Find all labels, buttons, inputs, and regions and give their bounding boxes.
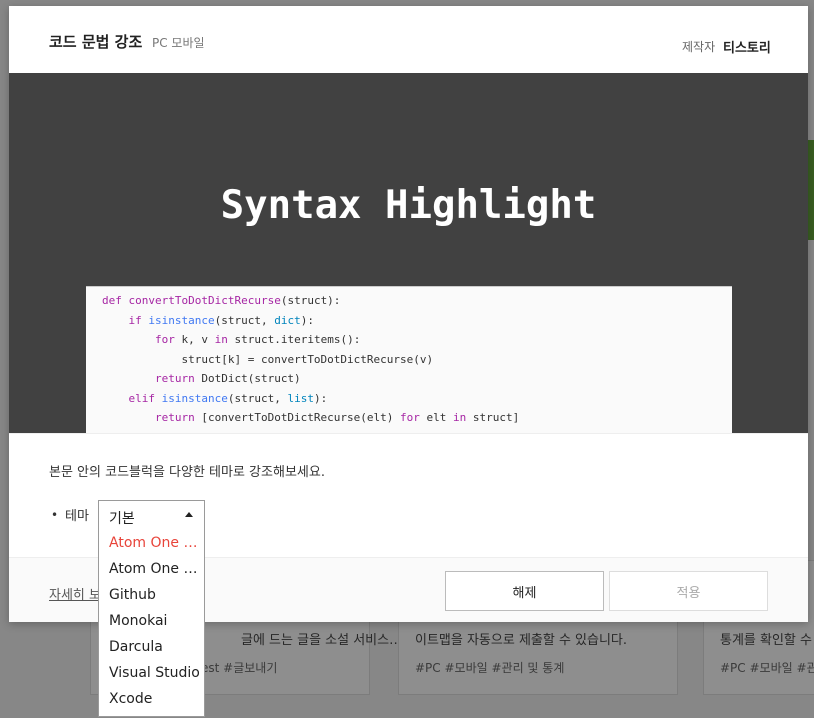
code-token: in xyxy=(453,411,473,424)
preview-banner: Syntax Highlight def convertToDotDictRec… xyxy=(9,73,808,433)
code-token: if xyxy=(128,313,149,327)
code-token: elif xyxy=(128,391,162,405)
code-token: (struct, xyxy=(227,391,288,405)
code-token: in xyxy=(214,333,235,346)
code-line: def convertToDotDictRecurse(struct): xyxy=(86,294,732,314)
code-line: for k, v in struct.iteritems(): xyxy=(86,333,732,353)
code-token: return xyxy=(154,411,202,424)
modal-header: 코드 문법 강조 PC 모바일 제작자 티스토리 xyxy=(9,6,808,73)
code-line: elif isinstance(struct, list): xyxy=(86,392,732,412)
theme-option[interactable]: Atom One Li… xyxy=(99,556,204,582)
theme-option[interactable]: Visual Studio xyxy=(99,660,204,686)
theme-option-list: Atom One DarkAtom One Li…GithubMonokaiDa… xyxy=(99,530,204,712)
theme-option[interactable]: Xcode xyxy=(99,686,204,712)
code-line: return DotDict(struct) xyxy=(86,372,732,392)
code-token: struct.iteritems(): xyxy=(234,333,361,346)
code-token: for xyxy=(154,333,182,346)
code-preview: def convertToDotDictRecurse(struct): if … xyxy=(86,286,732,433)
code-line: if isinstance(struct, dict): xyxy=(86,314,732,334)
code-token: struct[k] = convertToDotDictRecurse(v) xyxy=(181,352,434,366)
code-token: (struct): xyxy=(280,294,341,307)
detail-link[interactable]: 자세히 보 xyxy=(49,584,101,603)
theme-label: 테마 xyxy=(65,509,89,524)
code-line: struct[k] = convertToDotDictRecurse(v) xyxy=(86,353,732,373)
code-token: (struct, xyxy=(214,313,275,327)
code-token: [convertToDotDictRecurse(elt) xyxy=(201,411,401,424)
theme-select-value: 기본 xyxy=(109,511,135,527)
code-token: isinstance xyxy=(161,391,228,405)
code-token: ): xyxy=(313,391,328,405)
theme-option[interactable]: Darcula xyxy=(99,634,204,660)
maker-label: 제작자 xyxy=(682,40,716,54)
cancel-button[interactable]: 해제 xyxy=(445,571,604,611)
theme-option[interactable]: Github xyxy=(99,582,204,608)
code-token: list xyxy=(287,391,314,405)
theme-select[interactable]: 기본 Atom One DarkAtom One Li…GithubMonoka… xyxy=(98,500,205,717)
code-token: convertToDotDictRecurse xyxy=(128,294,281,307)
platform-label: PC 모바일 xyxy=(152,36,205,50)
code-token: k, v xyxy=(181,333,215,346)
code-token: for xyxy=(400,411,427,424)
code-line: return [convertToDotDictRecurse(elt) for… xyxy=(86,411,732,431)
code-token: def xyxy=(102,294,129,307)
modal-title: 코드 문법 강조 xyxy=(49,33,143,51)
code-token: dict xyxy=(274,313,301,327)
theme-option[interactable]: Atom One Dark xyxy=(99,530,204,556)
theme-option[interactable]: Monokai xyxy=(99,608,204,634)
code-token: return xyxy=(154,372,202,385)
caret-up-icon xyxy=(185,512,193,517)
code-token: DotDict(struct) xyxy=(201,372,301,385)
banner-title: Syntax Highlight xyxy=(220,183,597,228)
theme-select-current[interactable]: 기본 xyxy=(99,501,204,531)
apply-button[interactable]: 적용 xyxy=(609,571,768,611)
bullet-icon: • xyxy=(51,508,59,522)
plugin-description: 본문 안의 코드블럭을 다양한 테마로 강조해보세요. xyxy=(49,465,325,480)
code-token: elt xyxy=(426,411,454,424)
code-token: isinstance xyxy=(148,313,215,327)
code-token: struct] xyxy=(472,411,520,424)
maker-name: 티스토리 xyxy=(723,41,771,56)
code-token: ): xyxy=(300,313,314,327)
